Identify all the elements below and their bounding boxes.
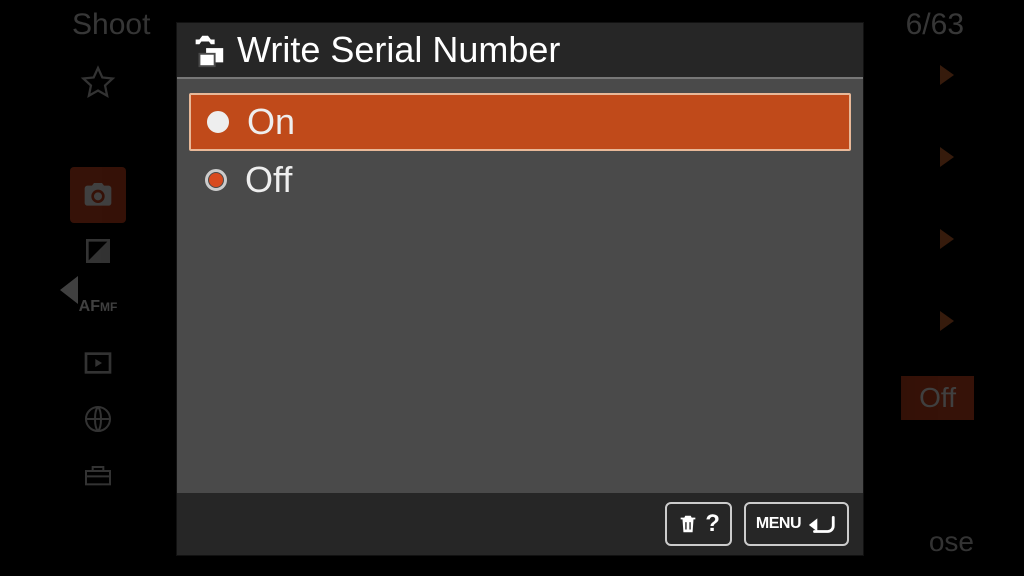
playback-icon [70, 335, 126, 391]
chevron-right-icon [940, 147, 954, 167]
dialog-title: Write Serial Number [237, 29, 560, 71]
toolbox-icon [70, 447, 126, 503]
delete-help-button[interactable]: ? [665, 502, 732, 546]
af-mf-icon: AFMF [70, 279, 126, 335]
dialog-write-serial-number: Write Serial Number On Off ? MENU [176, 22, 864, 556]
exposure-icon [70, 223, 126, 279]
chevron-right-icon [940, 311, 954, 331]
star-icon [70, 55, 126, 111]
menu-back-button[interactable]: MENU [744, 502, 849, 546]
chevron-right-icon [940, 229, 954, 249]
option-off[interactable]: Off [189, 151, 851, 209]
dialog-header: Write Serial Number [177, 23, 863, 79]
camera-icon [70, 167, 126, 223]
option-label: Off [245, 159, 292, 201]
help-symbol: ? [705, 510, 720, 538]
camera-settings-icon [189, 31, 227, 69]
radio-fill-icon [209, 173, 223, 187]
option-label: On [247, 101, 295, 143]
bg-value-off: Off [901, 376, 974, 420]
back-icon [807, 511, 837, 537]
bg-close-text-fragment: ose [929, 526, 974, 558]
sidebar-blank-icon [70, 111, 126, 167]
bg-breadcrumb-text: Shoot [72, 8, 150, 42]
nav-left-arrow-icon [60, 276, 78, 304]
bg-sidebar: AFMF [70, 55, 130, 503]
radio-on-icon [207, 111, 229, 133]
dialog-footer: ? MENU [177, 493, 863, 555]
bg-page-counter: 6/63 [906, 8, 964, 42]
radio-off-icon [205, 169, 227, 191]
dialog-body: On Off [177, 79, 863, 209]
globe-icon [70, 391, 126, 447]
menu-label: MENU [756, 515, 801, 533]
chevron-right-icon [940, 65, 954, 85]
trash-icon [677, 512, 699, 536]
option-on[interactable]: On [189, 93, 851, 151]
